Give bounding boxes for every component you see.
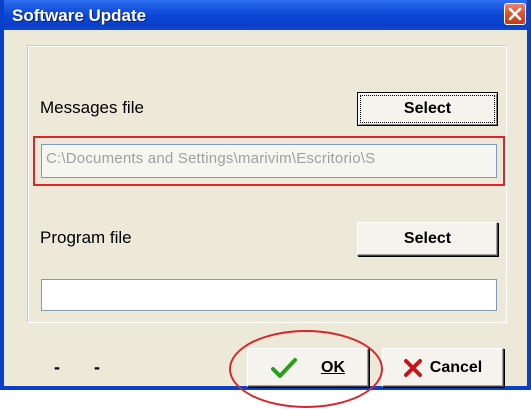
status-indicator-right: - (94, 357, 100, 377)
program-file-path-field[interactable] (41, 279, 497, 311)
dialog-client-area: Messages file Select C:\Documents and Se… (4, 30, 527, 408)
ok-button[interactable]: OK (247, 348, 369, 387)
window-title: Software Update (12, 6, 147, 25)
ok-button-label: OK (321, 358, 345, 376)
close-icon (508, 7, 522, 21)
close-button[interactable] (504, 3, 526, 25)
status-indicator-left: - (54, 357, 60, 377)
cancel-button[interactable]: Cancel (382, 348, 504, 387)
program-file-label: Program file (40, 228, 132, 247)
messages-file-path-field[interactable]: C:\Documents and Settings\marivim\Escrit… (41, 144, 497, 178)
title-bar[interactable]: Software Update (4, 0, 527, 30)
cancel-button-label: Cancel (429, 358, 483, 376)
program-select-button[interactable]: Select (357, 222, 498, 256)
x-icon (403, 358, 422, 377)
messages-select-button[interactable]: Select (357, 92, 498, 126)
messages-file-label: Messages file (40, 98, 144, 117)
software-update-dialog: Software Update Messages file Select C:\… (0, 0, 531, 408)
checkmark-icon (271, 357, 297, 378)
